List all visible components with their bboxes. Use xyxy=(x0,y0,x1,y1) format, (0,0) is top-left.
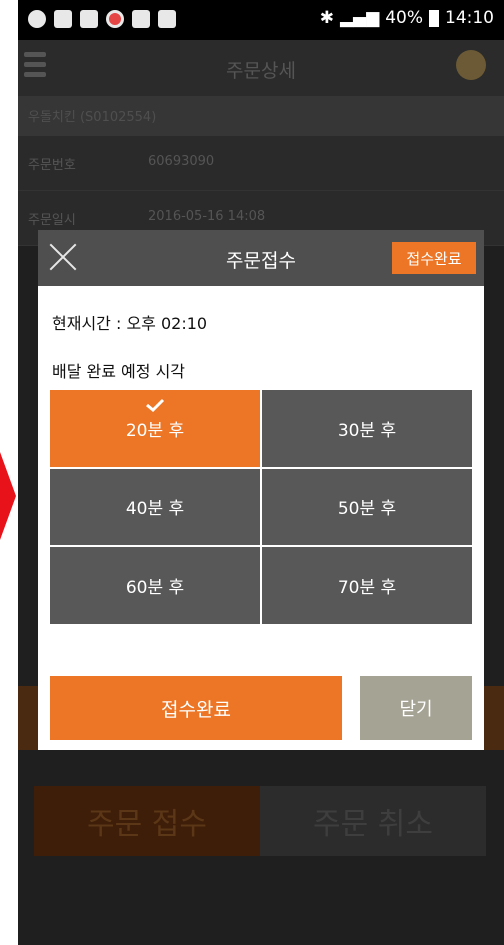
eta-option-label: 40분 후 xyxy=(125,499,185,520)
eta-option-label: 30분 후 xyxy=(337,420,397,441)
eta-option-30[interactable]: 30분 후 xyxy=(262,390,472,467)
check-icon xyxy=(145,398,165,412)
signal-icon: ▂▄▆ xyxy=(339,8,380,28)
eta-option-label: 70분 후 xyxy=(337,578,397,599)
eta-option-40[interactable]: 40분 후 xyxy=(50,468,260,546)
detail-value: 2016-05-16 14:08 xyxy=(148,209,266,224)
bluetooth-icon: ✱ xyxy=(319,8,334,28)
detail-label: 주문번호 xyxy=(28,158,76,173)
eta-option-label: 50분 후 xyxy=(337,499,397,520)
eta-option-70[interactable]: 70분 후 xyxy=(262,547,472,624)
eta-option-20[interactable]: 20분 후 xyxy=(50,390,260,467)
battery-percent: 40% xyxy=(385,8,423,28)
phone-screen: ✱ ▂▄▆ 40% 14:10 주문상세 우돌치킨 (S0102554) 주문번… xyxy=(18,0,504,945)
mail-icon xyxy=(54,10,72,28)
app-header: 주문상세 xyxy=(18,40,504,96)
bottom-action-bar: 주문 접수 주문 취소 xyxy=(34,786,486,856)
accept-complete-button[interactable]: 접수완료 xyxy=(50,676,342,740)
eta-label: 배달 완료 예정 시각 xyxy=(52,362,186,381)
bag-icon-2 xyxy=(158,10,176,28)
current-time-text: 현재시간 : 오후 02:10 xyxy=(52,314,208,333)
detail-value: 60693090 xyxy=(148,154,215,169)
dialog-actions: 접수완료 닫기 xyxy=(50,676,472,740)
detail-label: 주문일시 xyxy=(28,213,76,228)
gallery-icon xyxy=(80,10,98,28)
detail-row-order-number: 주문번호 60693090 xyxy=(18,136,504,191)
user-icon[interactable] xyxy=(456,50,486,80)
page-title: 주문상세 xyxy=(226,60,296,82)
status-bar: ✱ ▂▄▆ 40% 14:10 xyxy=(18,0,504,40)
eta-option-60[interactable]: 60분 후 xyxy=(50,547,260,624)
store-name: 우돌치킨 (S0102554) xyxy=(28,110,157,125)
clock: 14:10 xyxy=(445,8,494,28)
battery-icon xyxy=(429,9,439,27)
close-button[interactable]: 닫기 xyxy=(360,676,472,740)
eta-option-label: 20분 후 xyxy=(125,420,185,441)
order-accept-dialog: 주문접수 접수완료 현재시간 : 오후 02:10 배달 완료 예정 시각 20… xyxy=(38,230,484,750)
store-bar: 우돌치킨 (S0102554) xyxy=(18,96,504,136)
order-cancel-button[interactable]: 주문 취소 xyxy=(260,786,486,856)
record-icon xyxy=(106,10,124,28)
app-notification-icon xyxy=(28,10,46,28)
header-done-button[interactable]: 접수완료 xyxy=(392,242,476,274)
dialog-header: 주문접수 접수완료 xyxy=(38,230,484,286)
eta-option-50[interactable]: 50분 후 xyxy=(262,468,472,546)
eta-option-grid: 20분 후 30분 후 40분 후 50분 후 60분 후 70분 후 xyxy=(50,390,472,624)
red-arrow-indicator xyxy=(0,452,16,540)
eta-option-label: 60분 후 xyxy=(125,578,185,599)
order-accept-button[interactable]: 주문 접수 xyxy=(34,786,260,856)
bag-icon xyxy=(132,10,150,28)
